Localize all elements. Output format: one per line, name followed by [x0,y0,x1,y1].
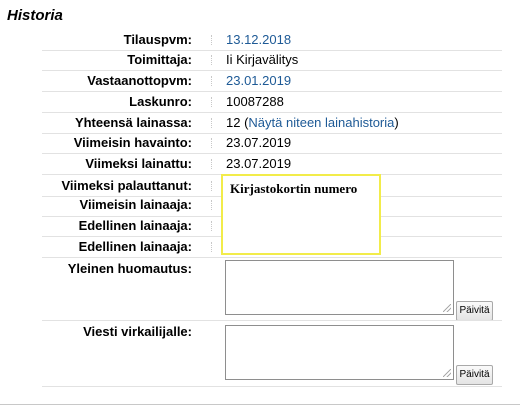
label-edellinen-lainaaja: Edellinen lainaaja: [78,218,192,233]
update-staff-message-button[interactable]: Päivitä [456,365,493,385]
row-divider [42,257,502,258]
label-edellinen-lainaaja-2: Edellinen lainaaja: [78,239,192,254]
separator [211,221,213,231]
separator [211,118,213,128]
laskunro-value: 10087288 [226,94,284,109]
label-viimeksi-lainattu: Viimeksi lainattu: [85,156,192,171]
resize-grip-icon[interactable] [443,369,451,377]
viesti-virkailijalle-textarea[interactable] [225,325,454,380]
tilauspvm-link[interactable]: 13.12.2018 [226,32,291,47]
row-divider [42,133,502,134]
viimeksi-lainattu-value: 23.07.2019 [226,156,292,171]
separator [211,76,213,86]
row-divider [42,112,502,113]
loan-count-close: ) [394,115,399,130]
bottom-divider [0,404,520,405]
separator [211,35,213,45]
label-tilauspvm: Tilauspvm: [123,32,192,47]
separator [211,200,213,210]
label-toimittaja: Toimittaja: [127,52,192,67]
label-viesti-virkailijalle: Viesti virkailijalle: [83,324,192,339]
row-divider [42,153,502,154]
update-general-note-button[interactable]: Päivitä [456,301,493,321]
label-yleinen-huomautus: Yleinen huomautus: [67,261,192,276]
tooltip-text: Kirjastokortin numero [230,181,358,196]
label-viimeisin-lainaaja: Viimeisin lainaaja: [79,197,192,212]
yleinen-huomautus-textarea[interactable] [225,260,454,315]
vastaanottopvm-link[interactable]: 23.01.2019 [226,73,291,88]
resize-grip-icon[interactable] [443,304,451,312]
separator [211,97,213,107]
yhteensa-value: 12 (Näytä niteen lainahistoria) [226,115,399,130]
row-divider [42,50,502,51]
separator [211,159,213,169]
row-divider [42,70,502,71]
toimittaja-value: Ii Kirjavälitys [226,52,299,67]
section-title: Historia [7,7,63,24]
separator [211,242,213,252]
label-vastaanottopvm: Vastaanottopvm: [87,73,192,88]
separator [211,138,213,148]
loan-count: 12 ( [226,115,249,130]
label-viimeksi-palauttanut: Viimeksi palauttanut: [61,178,192,193]
label-yhteensa-lainassa: Yhteensä lainassa: [74,115,192,130]
row-divider [42,386,502,387]
separator [211,55,213,65]
separator [211,181,213,191]
tooltip-popup: Kirjastokortin numero [221,174,381,255]
row-divider [42,91,502,92]
label-viimeisin-havainto: Viimeisin havainto: [73,135,192,150]
row-divider [42,320,502,321]
label-laskunro: Laskunro: [129,94,192,109]
viimeisin-havainto-value: 23.07.2019 [226,135,292,150]
loan-history-link[interactable]: Näytä niteen lainahistoria [248,115,394,130]
